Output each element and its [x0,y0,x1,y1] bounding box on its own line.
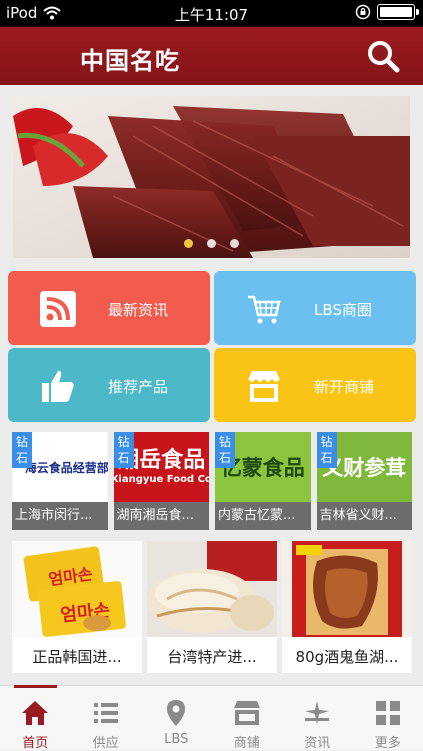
shop-icon [232,698,262,728]
tab-label: 资讯 [282,732,353,751]
tile-label: 最新资讯 [108,299,168,320]
tab-label: 供应 [71,732,142,751]
brand-card[interactable]: 义财参茸 钻石 吉林省义财... [317,432,413,530]
product-card[interactable]: 엄마손 엄마손 正品韩国进... [12,541,142,673]
home-icon [20,698,50,728]
thumbs-up-icon [40,368,76,404]
product-image [147,541,277,637]
tab-home[interactable]: 首页 [0,686,71,750]
diamond-badge: 钻石 [114,432,134,468]
cart-icon [246,291,282,327]
tab-news[interactable]: 资讯 [282,686,353,750]
app-title: 中国名吃 [80,41,180,76]
battery-icon [377,4,415,20]
tab-label: 首页 [0,732,71,751]
brand-caption: 上海市闵行... [12,502,108,530]
product-name: 80g酒鬼鱼湖... [282,646,412,667]
brand-logo-subtext: Xiangyue Food Co [114,474,210,485]
tab-label: LBS [141,732,212,747]
tab-more[interactable]: 更多 [353,686,423,750]
brand-card[interactable]: 忆蒙食品 钻石 内蒙古忆蒙... [215,432,311,530]
tile-latest-news[interactable]: 最新资讯 [8,271,210,345]
tile-lbs-area[interactable]: LBS商圈 [214,271,416,345]
carousel-dot[interactable] [207,239,216,248]
product-card[interactable]: 80g酒鬼鱼湖... [282,541,412,673]
brand-caption: 湖南湘岳食... [114,502,210,530]
product-image [282,541,412,637]
brand-card[interactable]: 湘岳食品 Xiangyue Food Co 钻石 湖南湘岳食... [114,432,210,530]
location-pin-icon [161,698,191,728]
product-name: 正品韩国进... [12,646,142,667]
news-icon [302,698,332,728]
carousel-dots[interactable] [13,239,410,248]
featured-brands: 海云食品经营部 钻石 上海市闵行... 湘岳食品 Xiangyue Food C… [12,432,412,530]
tile-label: 新开商铺 [314,376,374,397]
diamond-badge: 钻石 [215,432,235,468]
tab-label: 商铺 [212,732,283,751]
bottom-tab-bar: 首页 供应 LBS 商铺 资讯 [0,685,423,750]
product-card[interactable]: 台湾特产进... [147,541,277,673]
tile-new-shops[interactable]: 新开商铺 [214,348,416,422]
grid-icon [373,698,403,728]
carousel-dot[interactable] [230,239,239,248]
brand-caption: 吉林省义财... [317,502,413,530]
tile-recommended[interactable]: 推荐产品 [8,348,210,422]
tab-lbs[interactable]: LBS [141,686,212,750]
brand-logo-text: 海云食品经营部 [25,459,108,476]
product-list: 엄마손 엄마손 正品韩国进... 台湾特产进... 80g酒鬼鱼湖... [12,541,412,673]
product-image: 엄마손 엄마손 [12,541,142,637]
diamond-badge: 钻石 [317,432,337,468]
tab-shops[interactable]: 商铺 [212,686,283,750]
list-icon [91,698,121,728]
carousel-dot[interactable] [184,239,193,248]
brand-caption: 内蒙古忆蒙... [215,502,311,530]
search-icon[interactable] [365,38,401,74]
storefront-icon [246,368,282,404]
app-header: 中国名吃 [0,27,423,85]
banner-image [13,96,410,258]
tile-label: LBS商圈 [314,299,372,320]
tile-label: 推荐产品 [108,376,168,397]
brand-card[interactable]: 海云食品经营部 钻石 上海市闵行... [12,432,108,530]
tab-label: 更多 [353,732,423,751]
product-name: 台湾特产进... [147,646,277,667]
status-bar: iPod 上午11:07 [0,0,423,27]
rotation-lock-icon [355,4,371,20]
diamond-badge: 钻石 [12,432,32,468]
status-right [355,4,415,20]
banner-carousel[interactable] [13,96,410,258]
rss-icon [40,291,76,327]
tab-supply[interactable]: 供应 [71,686,142,750]
